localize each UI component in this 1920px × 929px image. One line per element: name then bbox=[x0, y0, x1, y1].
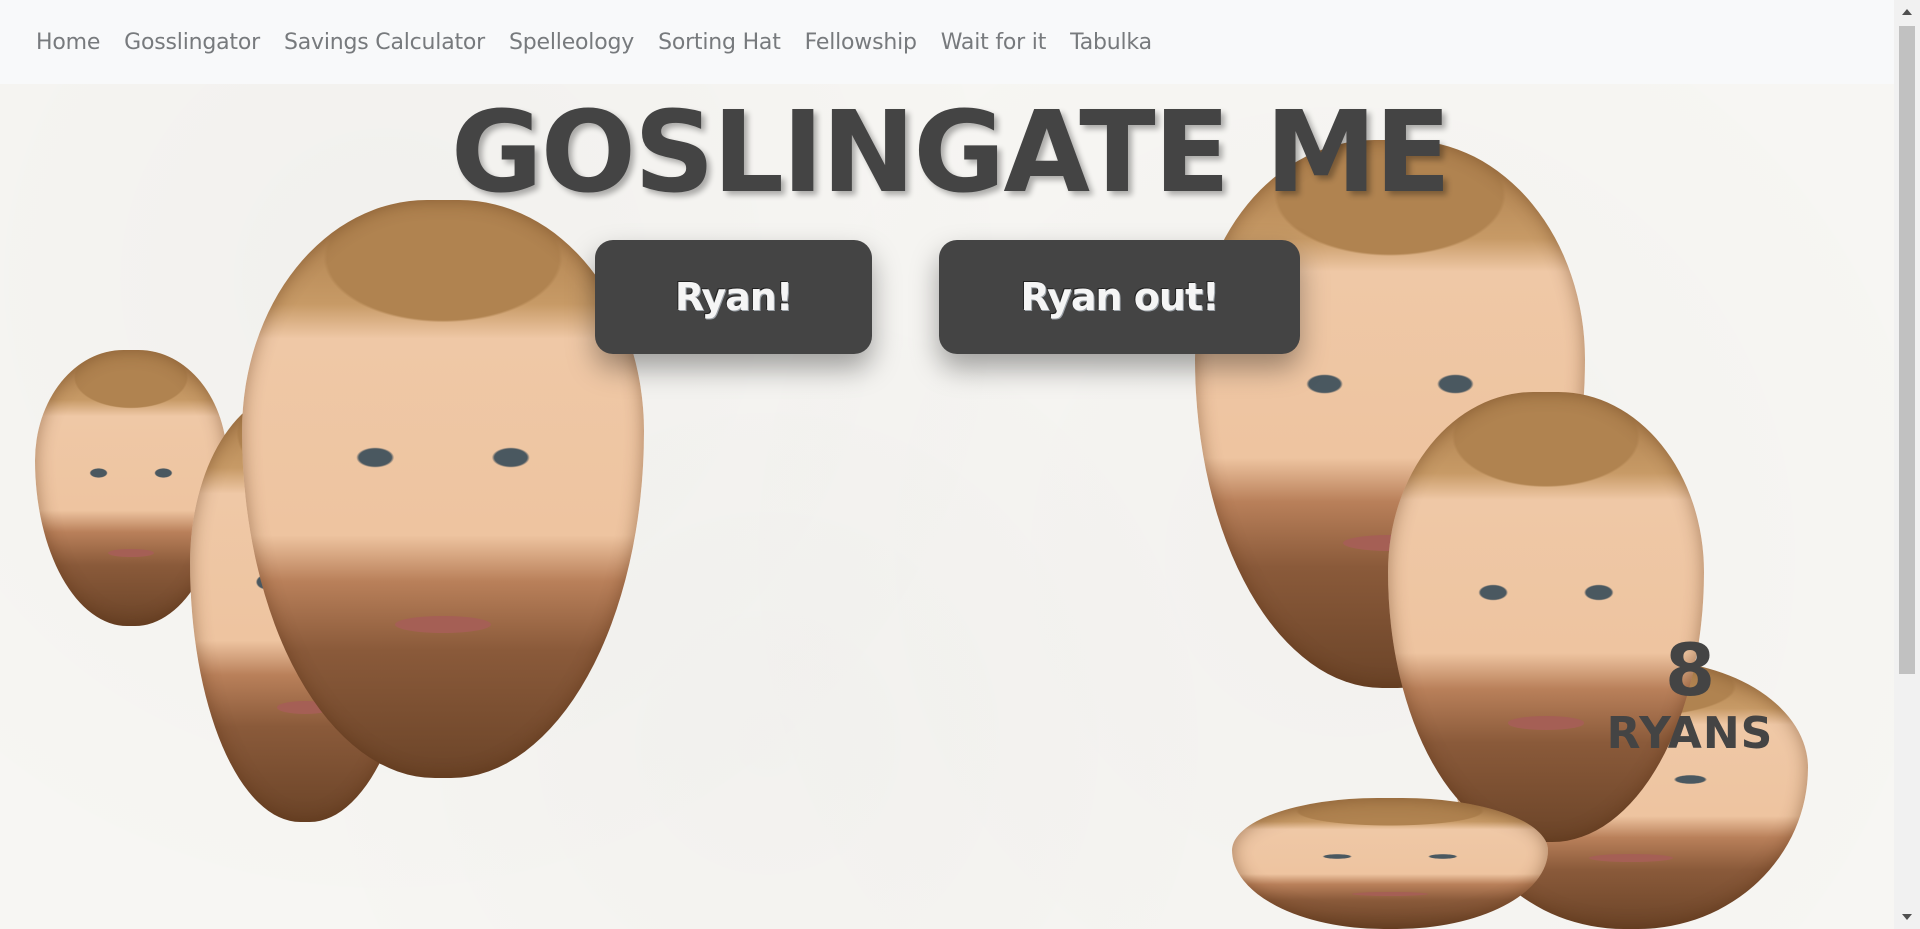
nav-link-savings-calculator[interactable]: Savings Calculator bbox=[284, 30, 485, 55]
ryan-head-image bbox=[1232, 798, 1548, 929]
remove-ryan-button[interactable]: Ryan out! bbox=[939, 240, 1300, 354]
nav-link-wait-for-it[interactable]: Wait for it bbox=[941, 30, 1047, 55]
nav-link-fellowship[interactable]: Fellowship bbox=[805, 30, 917, 55]
navbar: Home Gosslingator Savings Calculator Spe… bbox=[0, 0, 1894, 84]
scroll-down-arrow-icon[interactable] bbox=[1902, 914, 1912, 920]
scrollbar-thumb[interactable] bbox=[1899, 26, 1915, 674]
ryan-count: 8 bbox=[1664, 628, 1716, 712]
page-title: GOSLINGATE ME bbox=[450, 88, 1451, 218]
ryan-count-label: RYANS bbox=[1606, 708, 1774, 759]
nav-link-tabulka[interactable]: Tabulka bbox=[1070, 30, 1152, 55]
nav-link-spelleology[interactable]: Spelleology bbox=[509, 30, 634, 55]
scroll-up-arrow-icon[interactable] bbox=[1902, 9, 1912, 15]
nav-link-sorting-hat[interactable]: Sorting Hat bbox=[658, 30, 781, 55]
nav-link-gosslingator[interactable]: Gosslingator bbox=[124, 30, 260, 55]
ryan-counter: 8 RYANS bbox=[1590, 630, 1790, 758]
nav-link-home[interactable]: Home bbox=[36, 30, 100, 55]
vertical-scrollbar[interactable] bbox=[1894, 0, 1920, 929]
add-ryan-button[interactable]: Ryan! bbox=[595, 240, 872, 354]
